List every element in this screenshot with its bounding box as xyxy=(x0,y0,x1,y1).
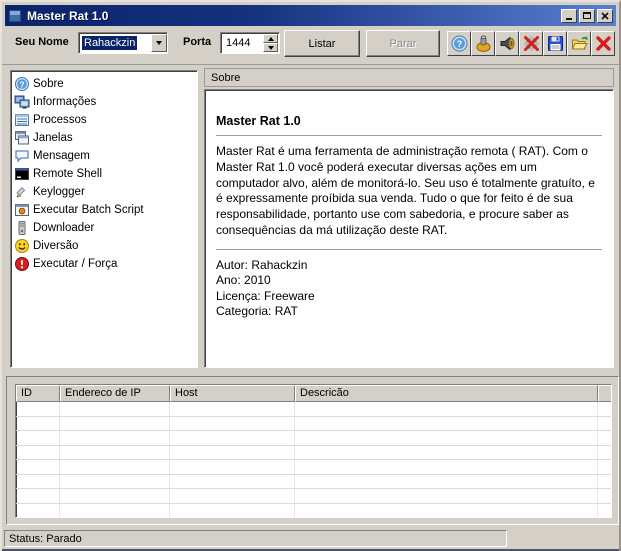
table-row xyxy=(16,431,611,446)
port-down-button[interactable] xyxy=(263,43,278,52)
sidebar-item-processos[interactable]: Processos xyxy=(11,111,197,129)
status-text: Status: Parado xyxy=(9,532,82,545)
speaker-button[interactable] xyxy=(495,31,519,56)
table-row xyxy=(16,445,611,460)
app-icon xyxy=(8,9,22,22)
sidebar-item-remote-shell[interactable]: Remote Shell xyxy=(11,165,197,183)
sidebar-item-janelas[interactable]: Janelas xyxy=(11,129,197,147)
about-panel: Master Rat 1.0 Master Rat é uma ferramen… xyxy=(204,89,614,368)
sidebar-item-sobre[interactable]: ? Sobre xyxy=(11,75,197,93)
connections-panel: ID Endereco de IP Host Descricão xyxy=(6,376,619,525)
help-icon: ? xyxy=(451,35,467,52)
status-bar: Status: Parado xyxy=(4,530,507,547)
divider xyxy=(216,248,602,250)
close-button[interactable] xyxy=(597,8,613,23)
port-spinner[interactable]: 1444 xyxy=(220,32,280,54)
toolbar: Seu Nome Rahackzin Porta 1444 Listar Par… xyxy=(2,26,619,65)
about-title: Master Rat 1.0 xyxy=(216,114,301,128)
port-up-button[interactable] xyxy=(263,34,278,43)
console-icon xyxy=(15,168,29,180)
minimize-icon xyxy=(566,12,572,20)
title-bar[interactable]: Master Rat 1.0 xyxy=(5,5,616,26)
sidebar-item-mensagem[interactable]: Mensagem xyxy=(11,147,197,165)
name-value: Rahackzin xyxy=(82,36,138,50)
maximize-button[interactable] xyxy=(579,8,595,23)
sidebar-item-downloader[interactable]: Downloader xyxy=(11,219,197,237)
combo-dropdown-button[interactable] xyxy=(151,34,167,52)
sidebar-item-executar-batch-script[interactable]: Executar Batch Script xyxy=(11,201,197,219)
smiley-icon xyxy=(15,239,29,253)
bell-icon xyxy=(476,35,490,52)
about-body: Master Rat é uma ferramenta de administr… xyxy=(216,144,595,237)
open-folder-icon xyxy=(571,36,588,50)
about-author: Autor: Rahackzin xyxy=(216,257,308,272)
sidebar-item-keylogger[interactable]: Keylogger xyxy=(11,183,197,201)
table-row xyxy=(16,489,611,504)
help-button[interactable]: ? xyxy=(447,31,471,56)
table-row xyxy=(16,460,611,475)
disconnect-button[interactable] xyxy=(519,31,543,56)
chevron-down-icon xyxy=(156,41,162,45)
about-year: Ano: 2010 xyxy=(216,273,271,288)
about-category: Categoria: RAT xyxy=(216,304,298,319)
table-row xyxy=(16,416,611,431)
bell-button[interactable] xyxy=(471,31,495,56)
save-button[interactable] xyxy=(543,31,567,56)
arrow-up-icon xyxy=(267,36,274,41)
help-icon: ? xyxy=(15,77,29,91)
svg-text:?: ? xyxy=(456,39,462,49)
process-list-icon xyxy=(15,114,29,126)
table-row xyxy=(16,503,611,517)
port-value: 1444 xyxy=(226,37,251,49)
sidebar-item-executar-forca[interactable]: Executar / Força xyxy=(11,255,197,273)
sidebar-item-diversao[interactable]: Diversão xyxy=(11,237,197,255)
computers-icon xyxy=(14,95,30,109)
port-label: Porta xyxy=(183,36,212,48)
table-body xyxy=(16,402,611,517)
exit-button[interactable] xyxy=(591,31,615,56)
save-icon xyxy=(547,36,563,51)
windows-icon xyxy=(15,131,29,145)
listar-button[interactable]: Listar xyxy=(284,30,360,57)
svg-text:?: ? xyxy=(19,79,24,89)
connections-table: ID Endereco de IP Host Descricão xyxy=(15,384,612,518)
feature-list: ? Sobre Informações Processos Janelas Me… xyxy=(10,70,198,368)
window-title: Master Rat 1.0 xyxy=(27,8,109,23)
pencil-icon xyxy=(16,187,26,198)
open-folder-button[interactable] xyxy=(567,31,591,56)
disconnect-icon xyxy=(523,36,539,51)
table-row xyxy=(16,402,611,417)
minimize-button[interactable] xyxy=(561,8,577,23)
table-header-row: ID Endereco de IP Host Descricão xyxy=(16,385,611,402)
about-license: Licença: Freeware xyxy=(216,288,315,303)
download-tower-icon xyxy=(18,221,26,235)
name-label: Seu Nome xyxy=(15,36,69,48)
close-icon xyxy=(601,11,609,20)
speaker-icon xyxy=(500,36,514,51)
toolbar-icon-group: ? xyxy=(447,31,615,56)
batch-script-icon xyxy=(15,204,29,216)
column-header-host[interactable]: Host xyxy=(170,385,295,402)
arrow-down-icon xyxy=(267,45,274,50)
force-exec-icon xyxy=(15,257,29,271)
name-combobox[interactable]: Rahackzin xyxy=(78,32,168,54)
column-header-id[interactable]: ID xyxy=(16,385,60,402)
parar-button[interactable]: Parar xyxy=(366,30,440,57)
table-row xyxy=(16,474,611,489)
exit-icon xyxy=(595,36,611,51)
sidebar-item-informacoes[interactable]: Informações xyxy=(11,93,197,111)
about-panel-header: Sobre xyxy=(204,68,614,87)
app-window: Master Rat 1.0 Seu Nome Rahackzin Porta … xyxy=(0,0,621,551)
column-header-descricao[interactable]: Descricão xyxy=(295,385,598,402)
divider xyxy=(216,135,602,136)
maximize-icon xyxy=(583,12,591,19)
message-bubble-icon xyxy=(15,150,29,163)
column-header-spacer xyxy=(598,385,611,402)
column-header-endereco-de-ip[interactable]: Endereco de IP xyxy=(60,385,170,402)
